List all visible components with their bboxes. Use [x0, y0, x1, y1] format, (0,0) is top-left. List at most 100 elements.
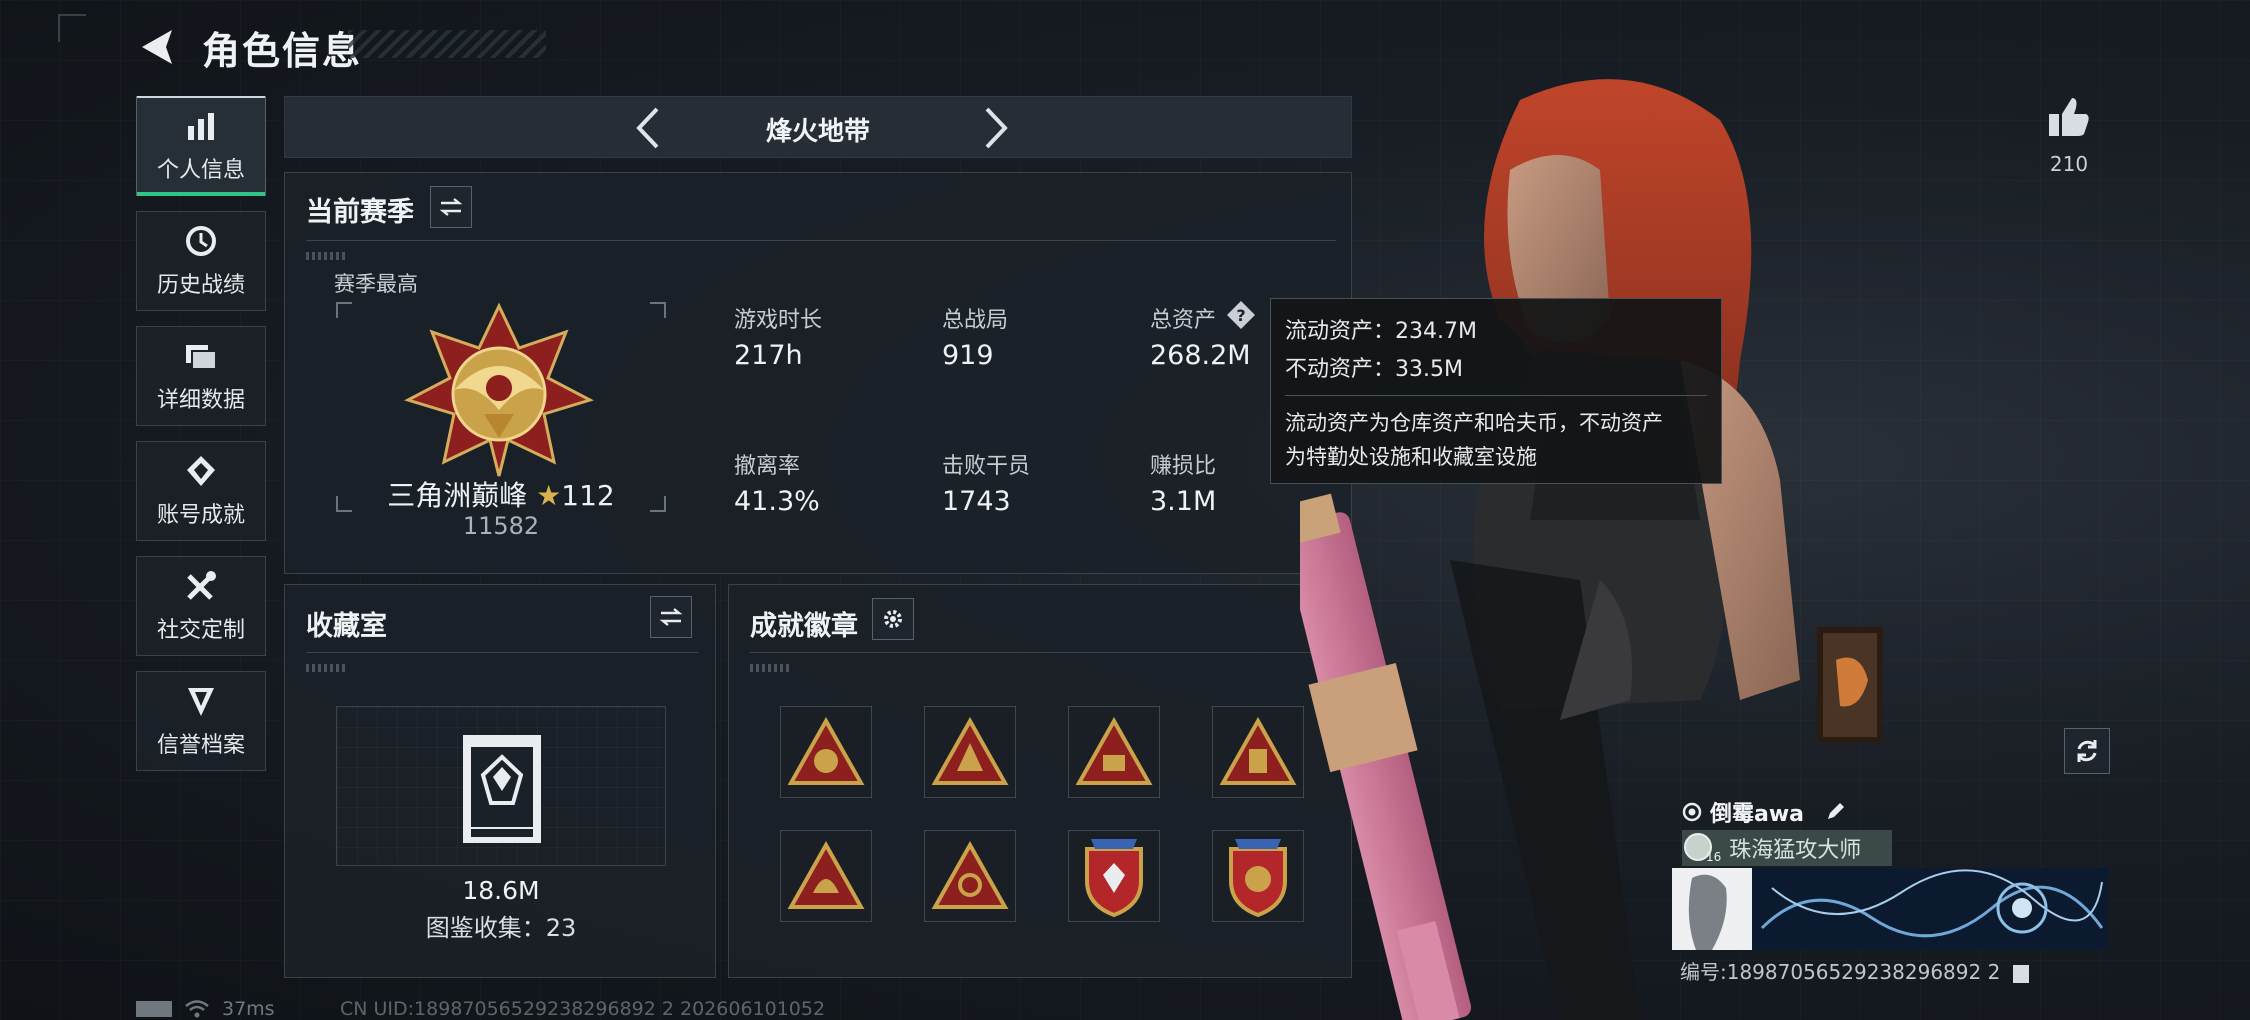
stat-value-profit-ratio: 3.1M: [1150, 486, 1217, 517]
player-level: 16: [1706, 850, 1722, 864]
sidebar-item-history[interactable]: 历史战绩: [136, 211, 266, 311]
badge-3[interactable]: [1068, 706, 1160, 798]
sidebar-item-label: 历史战绩: [156, 273, 245, 298]
page-title: 角色信息: [202, 29, 363, 73]
stat-value-kills: 1743: [942, 486, 1011, 517]
triangle-badge-icon: [931, 717, 1009, 785]
player-id-text: 编号:18987056529238296892 2: [1680, 960, 2001, 984]
star-icon: ★: [536, 479, 562, 512]
badge-4[interactable]: [1212, 706, 1304, 798]
divider: [306, 240, 1336, 241]
swap-icon: [659, 608, 683, 626]
sidebar-item-label: 信誉档案: [156, 733, 245, 758]
player-title-badge: 16 珠海猛攻大师: [1682, 830, 1892, 866]
vault-value: 18.6M: [462, 876, 540, 905]
back-button[interactable]: [136, 26, 182, 68]
season-title: 当前赛季: [306, 197, 414, 228]
chevron-right-icon: [985, 107, 1008, 149]
stat-value-matches: 919: [942, 340, 994, 371]
stat-value-playtime: 217h: [734, 340, 803, 371]
stat-label-extract-rate: 撤离率: [734, 454, 801, 479]
tooltip-desc-line1: 流动资产为仓库资产和哈夫币，不动资产: [1285, 411, 1663, 435]
sidebar-item-reputation[interactable]: 信誉档案: [136, 671, 266, 771]
edit-icon[interactable]: [1824, 801, 1846, 823]
stat-value-extract-rate: 41.3%: [734, 486, 820, 517]
stat-label-matches: 总战局: [942, 308, 1009, 333]
rank-stars: 112: [561, 479, 615, 512]
uid-line: CN UID:18987056529238296892 2 2026061010…: [340, 998, 826, 1020]
history-icon: [183, 223, 219, 259]
badges-title: 成就徽章: [750, 611, 858, 642]
badge-2[interactable]: [924, 706, 1016, 798]
player-name: 倒霉awa: [1710, 802, 1805, 827]
back-arrow-icon: [142, 30, 172, 64]
mode-selector: 烽火地带: [284, 96, 1352, 158]
svg-text:?: ?: [1236, 306, 1245, 325]
triangle-badge-icon: [931, 841, 1009, 909]
collection-switch-button[interactable]: [650, 596, 692, 638]
copy-icon[interactable]: [2012, 964, 2029, 983]
decoration-dots: [306, 252, 346, 260]
rotate-model-button[interactable]: [2064, 728, 2110, 774]
sidebar: 个人信息 历史战绩 详细数据 账号成就 社交定制 信誉档案: [136, 96, 266, 786]
sidebar-item-achievements[interactable]: 账号成就: [136, 441, 266, 541]
shield-badge-icon: [1229, 839, 1287, 917]
badge-5[interactable]: [780, 830, 872, 922]
badges-settings-button[interactable]: [872, 598, 914, 640]
badge-7[interactable]: [1068, 830, 1160, 922]
rank-badge-icon: [1682, 802, 1702, 822]
achievement-icon: [183, 453, 219, 489]
sidebar-item-label: 个人信息: [156, 158, 245, 183]
sidebar-item-label: 详细数据: [156, 388, 245, 413]
wifi-icon: [185, 1000, 209, 1018]
status-bar: 37ms: [136, 998, 275, 1020]
season-switch-button[interactable]: [430, 186, 472, 228]
vault-display[interactable]: [336, 706, 666, 866]
corner-decoration: [58, 14, 86, 42]
sidebar-item-social[interactable]: 社交定制: [136, 556, 266, 656]
vault-collection-count: 图鉴收集：23: [425, 914, 577, 942]
assets-tooltip: 流动资产：234.7M 不动资产：33.5M 流动资产为仓库资产和哈夫币，不动资…: [1270, 298, 1722, 484]
profile-banner: [1672, 868, 2108, 950]
help-icon[interactable]: ?: [1226, 300, 1256, 330]
rank-name-text: 三角洲巅峰: [387, 479, 528, 512]
divider: [306, 652, 698, 653]
sidebar-item-label: 社交定制: [156, 618, 245, 643]
shield-badge-icon: [1085, 839, 1143, 917]
thumbs-up-icon[interactable]: [2046, 94, 2092, 140]
stat-label-assets: 总资产: [1150, 308, 1217, 333]
rank-score: 11582: [462, 512, 540, 540]
tooltip-desc-line2: 为特勤处设施和收藏室设施: [1285, 445, 1537, 469]
mode-next-button[interactable]: [973, 105, 1019, 151]
stat-label-kills: 击败干员: [942, 454, 1031, 479]
decoration-dots: [306, 664, 346, 672]
sidebar-item-label: 账号成就: [156, 503, 245, 528]
reputation-icon: [183, 683, 219, 719]
like-count: 210: [2049, 152, 2089, 176]
stat-label-playtime: 游戏时长: [734, 308, 823, 333]
mode-label: 烽火地带: [765, 117, 870, 147]
gear-icon: [884, 610, 902, 628]
tooltip-divider: [1285, 395, 1707, 396]
swap-icon: [439, 198, 463, 216]
rank-emblem-icon: [404, 302, 594, 477]
stat-label-profit-ratio: 赚损比: [1150, 454, 1217, 479]
rotate-icon: [2077, 740, 2097, 762]
sidebar-item-personal-info[interactable]: 个人信息: [136, 96, 266, 196]
tools-icon: [183, 568, 219, 604]
title-decoration: [348, 30, 546, 58]
triangle-badge-icon: [1219, 717, 1297, 785]
player-name-row: 倒霉awa: [1682, 796, 1846, 828]
badge-6[interactable]: [924, 830, 1016, 922]
divider: [750, 652, 1334, 653]
triangle-badge-icon: [787, 717, 865, 785]
battery-icon: [136, 1001, 172, 1017]
sidebar-item-details[interactable]: 详细数据: [136, 326, 266, 426]
badge-8[interactable]: [1212, 830, 1304, 922]
player-id: 编号:18987056529238296892 2: [1680, 956, 2029, 985]
tooltip-fixed-assets: 不动资产：33.5M: [1285, 357, 1463, 382]
badge-1[interactable]: [780, 706, 872, 798]
rank-name: 三角洲巅峰 ★112: [336, 474, 666, 514]
triangle-badge-icon: [1075, 717, 1153, 785]
bar-chart-icon: [183, 108, 219, 144]
